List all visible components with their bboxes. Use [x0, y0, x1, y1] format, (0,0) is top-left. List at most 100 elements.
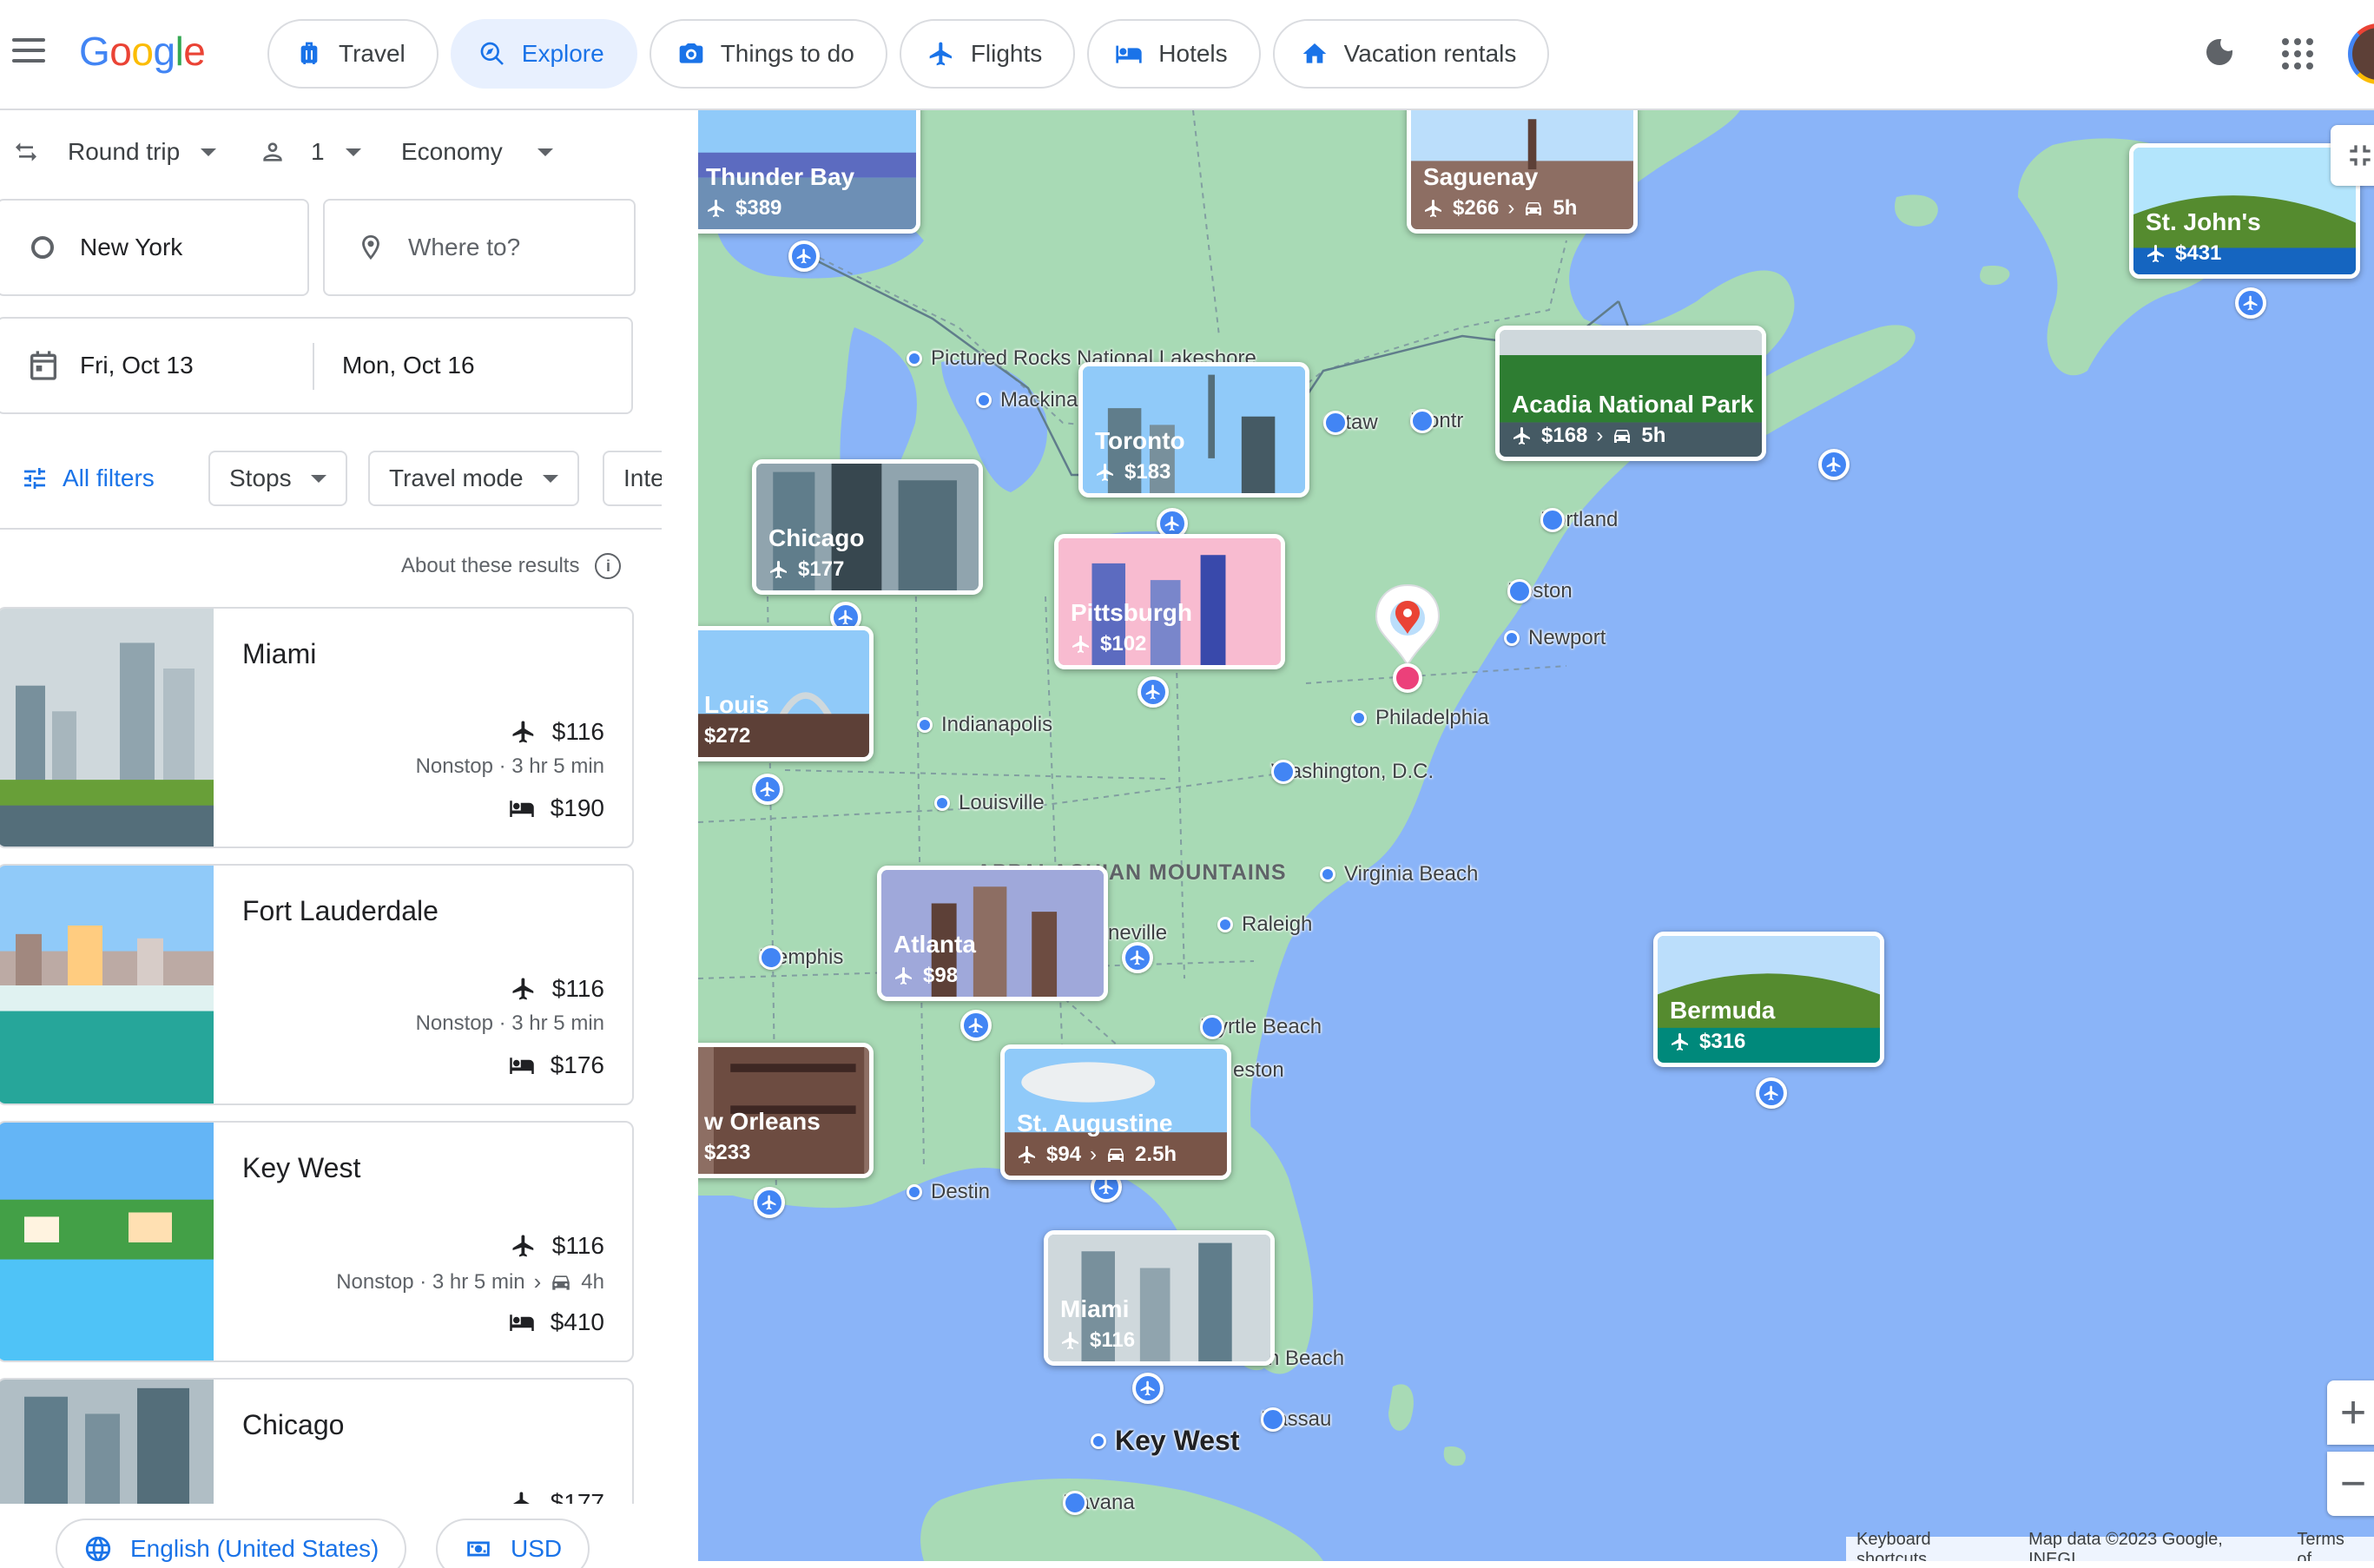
map-place-west-palm-beach[interactable]: n Beach [1268, 1347, 1344, 1371]
plane-icon [968, 1018, 983, 1033]
origin-field[interactable]: New York [0, 199, 309, 296]
result-card-fort-lauderdale[interactable]: Fort Lauderdale $116 Nonstop · 3 hr 5 mi… [0, 864, 634, 1105]
top-app-bar: Google Travel Explore Things to do Fligh… [0, 0, 2374, 110]
terms-link[interactable]: Terms of [2297, 1530, 2364, 1561]
map-place-havana[interactable]: Havana [1063, 1491, 1135, 1515]
map-card-bermuda[interactable]: Bermuda $316 [1653, 932, 1884, 1067]
all-filters-label: All filters [63, 464, 155, 491]
map-place-montreal[interactable]: Montr [1410, 409, 1463, 433]
map-card-title: Saguenay [1423, 163, 1539, 190]
main-menu-button[interactable] [12, 31, 50, 69]
map-place-raleigh[interactable]: Raleigh [1217, 912, 1312, 937]
map-card-saguenay[interactable]: Saguenay $266 › 5h [1407, 110, 1638, 234]
plane-icon [1019, 1146, 1035, 1163]
map-card-price-value: $183 [1124, 460, 1171, 484]
map-place-newport[interactable]: Newport [1504, 626, 1606, 650]
airport-pin-bermuda[interactable] [1756, 1077, 1787, 1109]
map-card-thunder-bay[interactable]: Thunder Bay $389 [698, 110, 920, 234]
map-card-miami[interactable]: Miami $116 [1044, 1230, 1275, 1366]
origin-circle-icon [31, 236, 54, 259]
tab-vacation-rentals[interactable]: Vacation rentals [1272, 19, 1550, 89]
dark-mode-icon[interactable] [2202, 35, 2237, 69]
car-icon [1108, 1149, 1124, 1162]
map-card-toronto[interactable]: Toronto $183 [1078, 362, 1309, 497]
map-place-destin[interactable]: Destin [907, 1180, 990, 1204]
map-place-louisville[interactable]: Louisville [934, 791, 1045, 815]
airport-pin-thunder-bay[interactable] [788, 240, 820, 272]
map-card-chicago[interactable]: Chicago $177 [752, 459, 983, 595]
map-place-nassau[interactable]: Nassau [1261, 1407, 1331, 1432]
zoom-in-button[interactable]: + [2327, 1380, 2374, 1445]
tab-things-to-do[interactable]: Things to do [649, 19, 887, 89]
airport-pin-halifax[interactable] [1818, 449, 1850, 480]
logo-letter: g [153, 29, 175, 74]
map-place-washington[interactable]: Washington, D.C. [1271, 760, 1434, 784]
map-place-philadelphia[interactable]: Philadelphia [1351, 706, 1489, 730]
map-place-ottawa[interactable]: Ottaw [1323, 411, 1378, 435]
map-place-portland[interactable]: Portland [1540, 508, 1618, 532]
apps-grid-icon[interactable] [2282, 38, 2313, 69]
account-avatar[interactable] [2348, 23, 2374, 84]
airport-pin-asheville[interactable] [1122, 942, 1153, 973]
map-card-st-johns[interactable]: St. John's $431 [2129, 143, 2360, 279]
map-place-boston[interactable]: Boston [1507, 579, 1573, 603]
place-dot [907, 351, 922, 366]
result-card-miami[interactable]: Miami $116 Nonstop · 3 hr 5 min $190 [0, 607, 634, 848]
destination-photo [0, 609, 214, 847]
tab-flights[interactable]: Flights [899, 19, 1076, 89]
currency-button[interactable]: USD [436, 1519, 590, 1568]
airport-pin-miami[interactable] [1132, 1373, 1164, 1404]
map-place-memphis[interactable]: Memphis [759, 945, 843, 970]
map-card-new-orleans[interactable]: w Orleans $233 [698, 1043, 874, 1178]
place-dot [917, 717, 933, 733]
map-card-atlanta[interactable]: Atlanta $98 [877, 866, 1108, 1001]
all-filters-button[interactable]: All filters [21, 451, 155, 506]
map-card-acadia[interactable]: Acadia National Park $168 › 5h [1495, 326, 1766, 461]
cabin-class-select[interactable]: Economy [401, 138, 553, 166]
airport-pin-st-louis[interactable] [752, 774, 783, 805]
plane-icon [1826, 457, 1841, 472]
map-place-mackinac[interactable]: Mackina [976, 388, 1078, 412]
travel-mode-filter-chip[interactable]: Travel mode [368, 451, 579, 506]
airport-pin-atlanta[interactable] [960, 1010, 992, 1041]
keyboard-shortcuts-link[interactable]: Keyboard shortcuts [1856, 1530, 2006, 1561]
info-icon[interactable]: i [595, 553, 622, 579]
map-place-indianapolis[interactable]: Indianapolis [917, 713, 1052, 737]
airport-pin-new-orleans[interactable] [754, 1187, 785, 1218]
swap-arrows-icon [16, 142, 36, 161]
bed-icon [509, 1314, 534, 1331]
tab-travel[interactable]: Travel [267, 19, 439, 89]
about-results-label: About these results [401, 554, 580, 577]
map-place-myrtle-beach[interactable]: Myrtle Beach [1200, 1015, 1322, 1039]
google-logo[interactable]: Google [79, 28, 206, 75]
origin-location-marker[interactable] [1373, 582, 1442, 669]
depart-date-field[interactable]: Fri, Oct 13 [26, 348, 194, 383]
airport-pin [1261, 1407, 1285, 1432]
passengers-select[interactable]: 1 [259, 138, 361, 166]
camera-icon [679, 43, 703, 63]
return-date-field[interactable]: Mon, Oct 16 [342, 352, 475, 379]
explore-map[interactable]: Pictured Rocks National Lakeshore Mackin… [698, 110, 2374, 1561]
map-place-virginia-beach[interactable]: Virginia Beach [1320, 862, 1478, 886]
map-card-pittsburgh[interactable]: Pittsburgh $102 [1054, 534, 1285, 669]
airport-pin-st-johns[interactable] [2235, 287, 2266, 319]
map-card-price: $102 [1071, 632, 1146, 656]
map-place-key-west[interactable]: Key West [1091, 1425, 1239, 1457]
passengers-label: 1 [311, 138, 325, 165]
trip-type-select[interactable]: Round trip [12, 138, 217, 166]
interests-filter-chip[interactable]: Inte [603, 451, 662, 506]
stops-filter-chip[interactable]: Stops [208, 451, 347, 506]
chevron-down-icon [542, 474, 558, 483]
zoom-out-button[interactable]: − [2327, 1452, 2374, 1516]
tab-hotels[interactable]: Hotels [1087, 19, 1261, 89]
tab-label: Explore [521, 40, 604, 67]
language-button[interactable]: English (United States) [56, 1519, 407, 1568]
map-place-charleston[interactable]: eston [1233, 1058, 1284, 1083]
map-card-st-louis[interactable]: Louis $272 [698, 626, 874, 761]
map-card-st-augustine[interactable]: St. Augustine $94 › 2.5h [1000, 1044, 1231, 1180]
result-card-key-west[interactable]: Key West $116 Nonstop · 3 hr 5 min › 4h … [0, 1121, 634, 1362]
collapse-map-button[interactable] [2331, 125, 2374, 186]
tab-explore[interactable]: Explore [450, 19, 637, 89]
airport-pin-pittsburgh[interactable] [1138, 676, 1169, 708]
destination-field[interactable]: Where to? [323, 199, 636, 296]
